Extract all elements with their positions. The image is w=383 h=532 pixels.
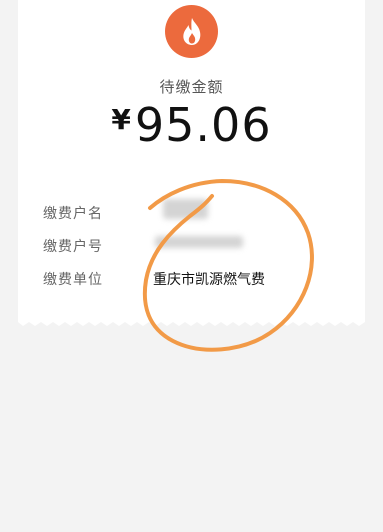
amount-due: ¥95.06 xyxy=(0,98,383,152)
gas-company-logo xyxy=(165,5,218,58)
payer-name-label: 缴费户名 xyxy=(43,206,103,222)
card-zigzag-edge xyxy=(18,316,365,326)
redacted-payer-name xyxy=(163,199,208,219)
amount-value: 95.06 xyxy=(134,98,272,152)
currency-symbol: ¥ xyxy=(111,103,131,136)
amount-due-label: 待缴金额 xyxy=(159,78,224,96)
payee-label: 缴费单位 xyxy=(43,272,103,288)
flame-icon xyxy=(182,17,200,45)
account-number-label: 缴费户号 xyxy=(43,239,103,255)
payment-screen: 待缴金额 ¥95.06 缴费户名 缴费户号 缴费单位 重庆市凯源燃气费 xyxy=(0,0,383,532)
payee-value: 重庆市凯源燃气费 xyxy=(153,272,265,288)
payee-row: 缴费单位 重庆市凯源燃气费 xyxy=(43,269,343,291)
redacted-account-number xyxy=(155,236,243,248)
